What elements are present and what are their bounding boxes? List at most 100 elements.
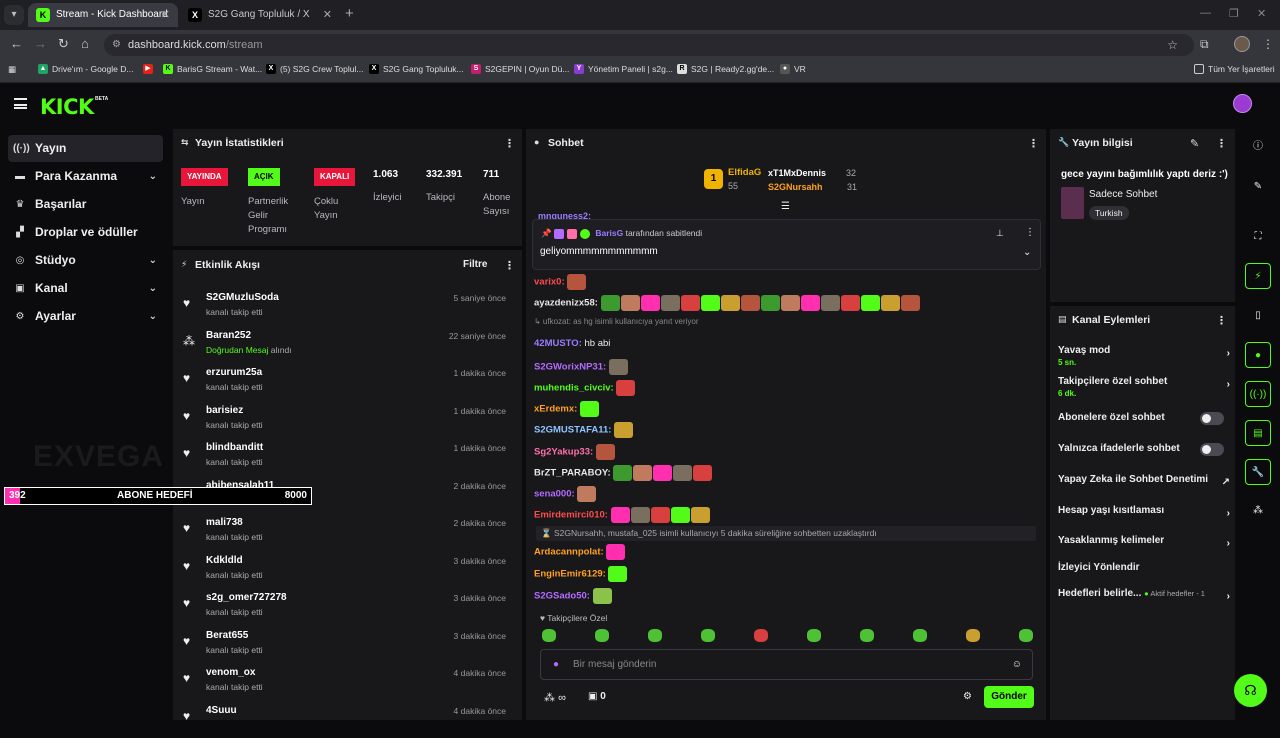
activity-row[interactable]: ♥ mali738 kanalı takip etti 2 dakika önce [173, 513, 518, 550]
activity-username[interactable]: blindbanditt [206, 442, 263, 453]
chat-username[interactable]: BrZT_PARABOY: [534, 467, 611, 478]
activity-row[interactable]: ♥ S2GMuzluSoda kanalı takip etti 5 saniye ö… [173, 288, 518, 325]
collapse-leaderboard-icon[interactable]: ☰ [781, 201, 790, 212]
chat-username[interactable]: 42MUSTO: [534, 338, 582, 349]
activity-row[interactable]: ♥ erzurum25a kanalı takip etti 1 dakika önc… [173, 363, 518, 400]
channel-actions-menu-icon[interactable]: ⋮ [1216, 314, 1227, 327]
kick-logo[interactable]: KICK [40, 95, 94, 119]
emote-chat-item[interactable]: Yalnızca ifadelerle sohbet [1058, 443, 1230, 456]
chat-username[interactable]: S2GMUSTAFA11: [534, 425, 611, 436]
profile-avatar[interactable] [1234, 36, 1250, 52]
activity-username[interactable]: S2GMuzluSoda [206, 292, 279, 303]
sidebar-item-basarilar[interactable]: ♛ Başarılar [8, 191, 163, 218]
bookmark-drive[interactable]: ▲ Drive'ım - Google D... [38, 64, 133, 74]
info-icon[interactable]: ⓘ [1245, 134, 1271, 160]
quick-emote[interactable] [648, 629, 662, 642]
chat-username[interactable]: Emirdemirci010: [534, 510, 608, 521]
activity-username[interactable]: 4Suuu [206, 705, 237, 716]
send-button[interactable]: Gönder [984, 686, 1034, 708]
activity-username[interactable]: Kdkldld [206, 555, 243, 566]
quick-emote[interactable] [966, 629, 980, 642]
browser-tab-kick[interactable]: K Stream - Kick Dashboard ✕ [28, 3, 178, 27]
close-tab-icon[interactable]: ✕ [323, 3, 332, 27]
points-display[interactable]: ▣ 0 [588, 691, 606, 702]
activity-row[interactable]: ⁂ Baran252 Doğrudan Mesaj alındı 22 saniye … [173, 326, 518, 363]
sidebar-item-studyo[interactable]: ◎ Stüdyo ⌄ [8, 247, 163, 274]
chat-toggle-icon[interactable]: ● [1245, 342, 1271, 368]
close-tab-icon[interactable]: ✕ [161, 3, 170, 27]
hamburger-menu-icon[interactable] [14, 98, 27, 109]
home-icon[interactable]: ⌂ [81, 36, 89, 51]
edit-icon[interactable]: ✎ [1245, 174, 1271, 200]
browser-tab-x[interactable]: X S2G Gang Topluluk / X ✕ [180, 3, 340, 27]
activity-username[interactable]: s2g_omer727278 [206, 592, 287, 603]
bookmark-s2g-gang[interactable]: X S2G Gang Topluluk... [369, 64, 464, 74]
wrench-toggle-icon[interactable]: 🔧 [1245, 459, 1271, 485]
bookmark-s2gepin[interactable]: S S2GEPIN | Oyun Dü... [471, 64, 569, 74]
activity-row[interactable]: ♥ s2g_omer727278 kanalı takip etti 3 dakika… [173, 588, 518, 625]
emoji-picker-icon[interactable]: ☺ [1012, 650, 1022, 679]
pinned-menu-icon[interactable]: ⋮ [1025, 227, 1035, 238]
age-limit-item[interactable]: Hesap yaşı kısıtlaması › [1058, 505, 1230, 519]
activity-row[interactable]: ♥ barisiez kanalı takip etti 1 dakika önce [173, 401, 518, 438]
bookmark-barisg-stream[interactable]: K BarisG Stream - Wat... [163, 64, 262, 74]
emote-chat-toggle[interactable] [1200, 443, 1224, 456]
slow-mode-item[interactable]: Yavaş mod 5 sn. › [1058, 345, 1230, 367]
expand-pinned-icon[interactable]: ⌄ [1023, 247, 1031, 258]
activity-row[interactable]: ♥ Berat655 kanalı takip etti 3 dakika önce [173, 626, 518, 663]
activity-username[interactable]: erzurum25a [206, 367, 262, 378]
quick-emote[interactable] [701, 629, 715, 642]
bookmark-s2g-crew[interactable]: X (5) S2G Crew Toplul... [266, 64, 363, 74]
all-bookmarks[interactable]: Tüm Yer İşaretleri [1194, 64, 1275, 74]
followers-chat-item[interactable]: Takipçilere özel sohbet 6 dk. › [1058, 376, 1230, 398]
sidebar-item-ayarlar[interactable]: ⚙ Ayarlar ⌄ [8, 303, 163, 330]
chat-username[interactable]: EnginEmir6129: [534, 569, 606, 580]
bookmark-ready2gg[interactable]: R S2G | Ready2.gg'de... [677, 64, 774, 74]
quick-emote[interactable] [913, 629, 927, 642]
chat-username[interactable]: S2GWorixNP31: [534, 361, 606, 372]
chat-username[interactable]: muhendis_civciv: [534, 383, 614, 394]
chat-menu-icon[interactable]: ⋮ [1028, 137, 1039, 150]
user-avatar[interactable] [1233, 94, 1252, 113]
forward-icon[interactable]: → [34, 36, 47, 51]
viewer-redirect-item[interactable]: İzleyici Yönlendir [1058, 562, 1230, 573]
leader-third-name[interactable]: S2GNursahh [768, 182, 823, 192]
unpin-icon[interactable]: ⊥ [996, 228, 1004, 239]
activity-row[interactable]: ♥ blindbanditt kanalı takip etti 1 dakika ö… [173, 438, 518, 475]
chat-username[interactable]: varix0: [534, 277, 565, 288]
chat-message-input[interactable]: ● Bir mesaj gönderin ☺ [540, 649, 1033, 680]
activity-username[interactable]: mali738 [206, 517, 243, 528]
tab-search-icon[interactable]: ▾ [4, 5, 24, 25]
activity-toggle-icon[interactable]: ⁂ [1245, 498, 1271, 524]
category-name[interactable]: Sadece Sohbet [1089, 189, 1157, 200]
bookmark-vr[interactable]: ● VR [780, 64, 806, 74]
maximize-icon[interactable]: ❐ [1229, 7, 1239, 20]
browser-menu-icon[interactable]: ⋮ [1262, 37, 1274, 51]
chat-username[interactable]: sena000: [534, 489, 575, 500]
activity-username[interactable]: Berat655 [206, 630, 248, 641]
extensions-icon[interactable]: ⧉ [1200, 37, 1209, 52]
apps-grid-icon[interactable]: ▦ [8, 64, 16, 75]
goals-item[interactable]: Hedefleri belirle... ● Aktif hedefler - … [1058, 588, 1230, 602]
leader-first-name[interactable]: ElfidaG [728, 167, 761, 178]
sidebar-item-kanal[interactable]: ▣ Kanal ⌄ [8, 275, 163, 302]
bookmark-star-icon[interactable]: ☆ [1167, 34, 1178, 56]
chat-username[interactable]: xErdemx: [534, 404, 577, 415]
activity-row[interactable]: ♥ Kdkldld kanalı takip etti 3 dakika önce [173, 551, 518, 588]
minimize-icon[interactable]: — [1200, 7, 1211, 19]
activity-username[interactable]: Baran252 [206, 330, 251, 341]
activity-username[interactable]: venom_ox [206, 667, 255, 678]
filter-button[interactable]: Filtre [463, 259, 487, 270]
chat-settings-gear-icon[interactable]: ⚙ [963, 691, 972, 702]
banned-words-item[interactable]: Yasaklanmış kelimeler › [1058, 535, 1230, 549]
subs-chat-item[interactable]: Abonelere özel sohbet [1058, 412, 1230, 425]
notes-icon[interactable]: ▯ [1245, 303, 1271, 329]
back-icon[interactable]: ← [10, 36, 23, 51]
quick-emote[interactable] [542, 629, 556, 642]
activity-username[interactable]: barisiez [206, 405, 243, 416]
channel-actions-toggle-icon[interactable]: ▤ [1245, 420, 1271, 446]
quick-actions-icon[interactable]: ⚡ [1245, 263, 1271, 289]
leader-second-name[interactable]: xT1MxDennis [768, 168, 826, 178]
quick-emote[interactable] [860, 629, 874, 642]
quick-emote[interactable] [1019, 629, 1033, 642]
